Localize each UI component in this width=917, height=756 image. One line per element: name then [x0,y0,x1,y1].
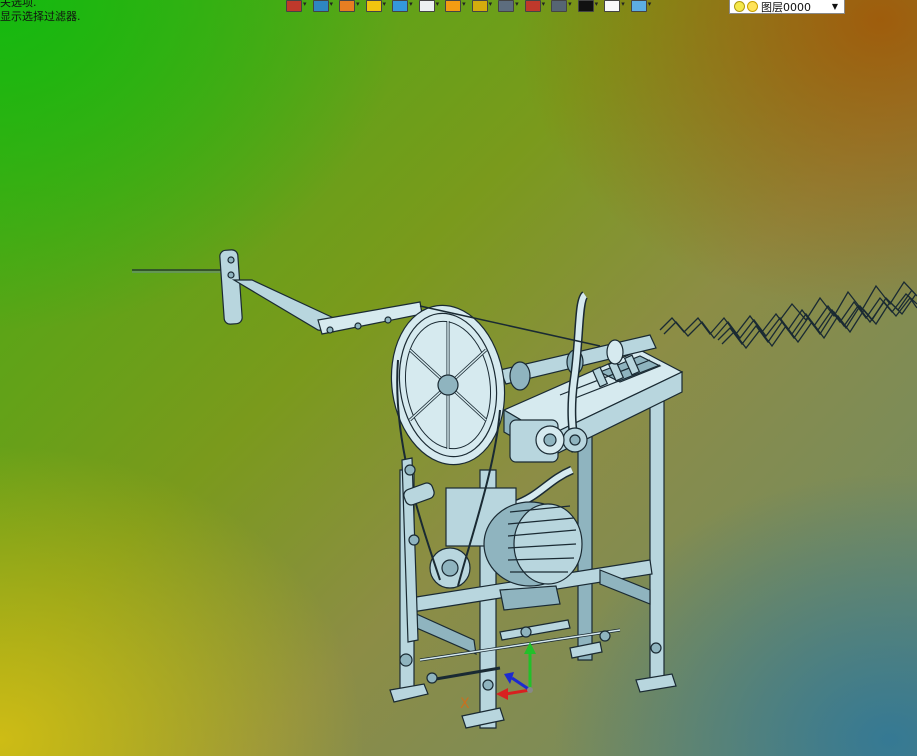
pump [509,419,565,463]
wire-mesh [659,280,917,350]
triad-x-label: X [460,696,470,712]
cad-model[interactable]: X [0,0,917,756]
coordinate-triad [496,642,536,700]
lever-bracket [219,249,423,335]
graphics-viewport[interactable]: 关选项. 显示选择过滤器. ▾ ▾ ▾ ▾ ▾ ▾ ▾ ▾ ▾ ▾ ▾ ▾ ▾ ▾ 图层0000 ▼ [0,0,917,756]
